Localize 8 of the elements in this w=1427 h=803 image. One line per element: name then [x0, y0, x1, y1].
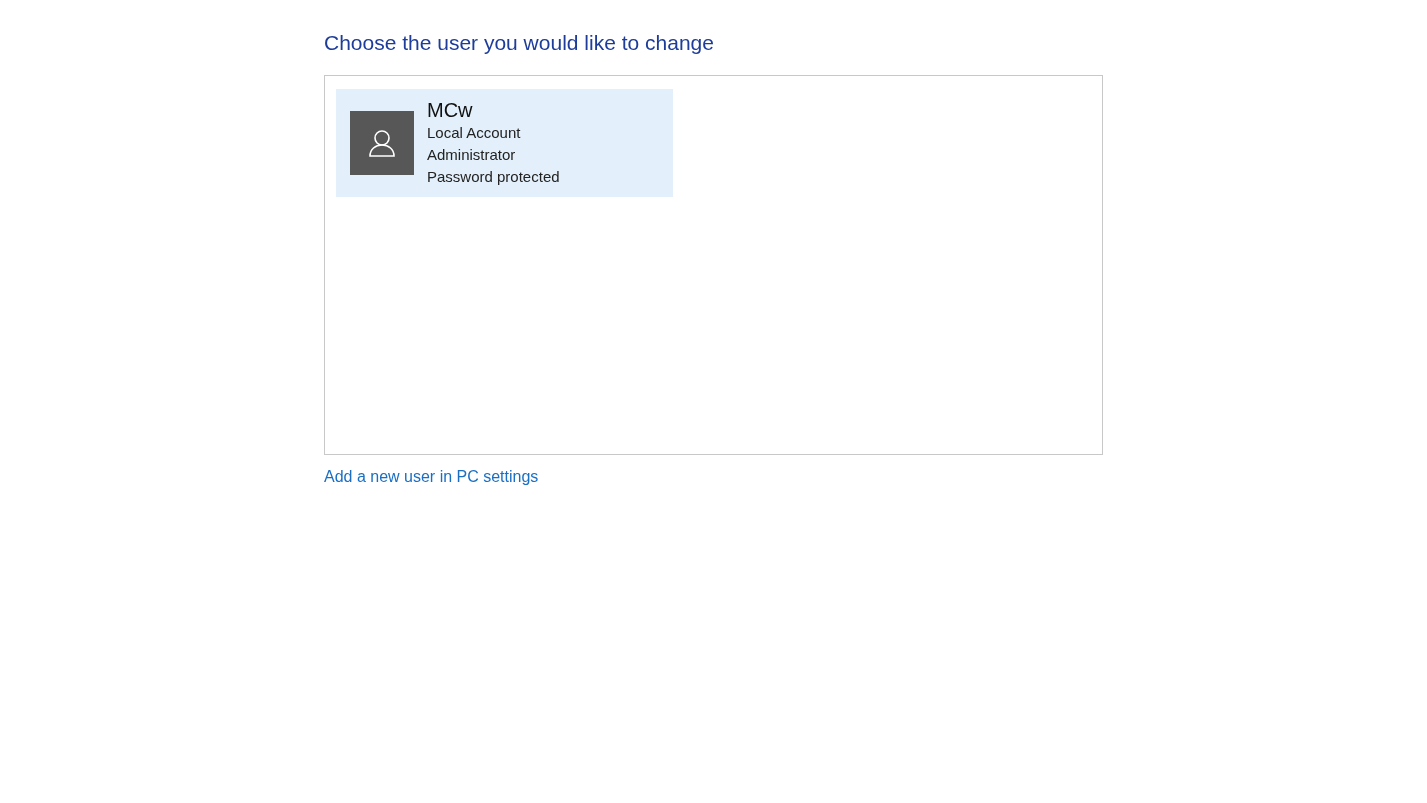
- add-user-link[interactable]: Add a new user in PC settings: [324, 465, 539, 489]
- user-tile[interactable]: MCw Local Account Administrator Password protected: [336, 89, 673, 197]
- user-icon: [369, 129, 395, 157]
- page-heading: Choose the user you would like to change: [324, 30, 714, 56]
- user-name: MCw: [427, 98, 473, 122]
- user-detail: Administrator: [427, 145, 516, 165]
- user-detail: Password protected: [427, 167, 560, 187]
- user-detail: Local Account: [427, 123, 521, 143]
